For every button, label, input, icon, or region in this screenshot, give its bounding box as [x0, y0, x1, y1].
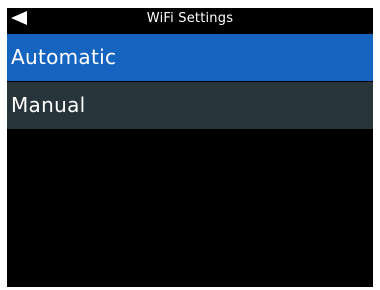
header-bar: WiFi Settings	[7, 8, 373, 29]
device-screen: WiFi Settings Automatic Manual	[7, 8, 373, 287]
wifi-settings-menu: Automatic Manual	[7, 34, 373, 129]
back-button[interactable]	[7, 8, 37, 29]
menu-item-label: Automatic	[11, 45, 117, 69]
page-title: WiFi Settings	[146, 11, 234, 26]
back-arrow-icon	[11, 11, 27, 25]
menu-item-automatic[interactable]: Automatic	[7, 34, 373, 81]
menu-item-label: Manual	[11, 93, 86, 117]
menu-item-manual[interactable]: Manual	[7, 82, 373, 129]
